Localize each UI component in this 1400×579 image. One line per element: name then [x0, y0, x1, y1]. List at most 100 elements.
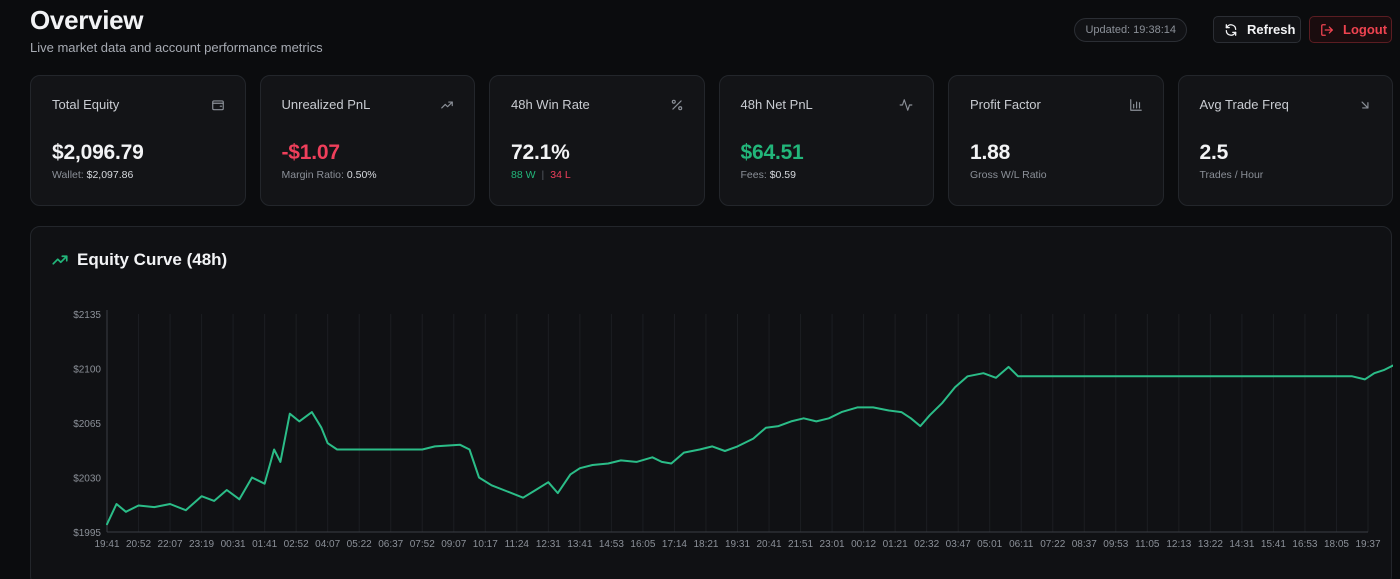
stat-card-net-pnl: 48h Net PnL $64.51 Fees: $0.59 — [718, 75, 934, 206]
stat-sub-label: Fees: — [740, 169, 767, 181]
x-tick-label: 17:14 — [662, 539, 687, 550]
stat-sub: Trades / Hour — [1199, 169, 1264, 181]
stat-value: $2,096.79 — [52, 141, 144, 164]
percent-icon — [671, 99, 682, 111]
stat-label: 48h Net PnL — [740, 97, 813, 112]
x-tick-label: 07:22 — [1040, 539, 1065, 550]
x-tick-label: 23:19 — [189, 539, 214, 550]
stat-card-unrealized-pnl: Unrealized PnL -$1.07 Margin Ratio: 0.50… — [259, 75, 475, 206]
losses-count: 34 L — [550, 169, 571, 181]
wins-count: 88 W — [511, 169, 536, 181]
separator: | — [541, 169, 545, 181]
stat-label: Avg Trade Freq — [1199, 97, 1289, 112]
x-tick-label: 11:05 — [1135, 539, 1160, 550]
stat-card-avg-trade-freq: Avg Trade Freq 2.5 Trades / Hour — [1177, 75, 1393, 206]
x-tick-label: 21:51 — [788, 539, 813, 550]
refresh-label: Refresh — [1247, 22, 1296, 37]
x-tick-label: 05:01 — [977, 539, 1002, 550]
x-tick-label: 06:37 — [378, 539, 403, 550]
x-tick-label: 14:31 — [1229, 539, 1254, 550]
stat-card-win-rate: 48h Win Rate 72.1% 88 W | 34 L — [489, 75, 705, 206]
stat-card-profit-factor: Profit Factor 1.88 Gross W/L Ratio — [948, 75, 1164, 206]
activity-icon — [899, 99, 913, 111]
stat-value: 72.1% — [511, 141, 570, 164]
trending-up-icon — [52, 255, 68, 265]
x-tick-label: 07:52 — [410, 539, 435, 550]
page-header: Overview Live market data and account pe… — [30, 4, 323, 55]
y-tick-label: $1995 — [73, 528, 101, 539]
refresh-icon — [1225, 23, 1237, 36]
x-tick-label: 18:05 — [1324, 539, 1349, 550]
x-tick-label: 10:17 — [473, 539, 498, 550]
x-tick-label: 15:41 — [1261, 539, 1286, 550]
bar-chart-icon — [1129, 99, 1142, 111]
stat-sub-label: Wallet: — [52, 169, 84, 181]
y-tick-label: $2065 — [73, 419, 101, 430]
x-tick-label: 00:12 — [851, 539, 876, 550]
x-tick-label: 06:11 — [1009, 539, 1034, 550]
stat-sub-label: Margin Ratio: — [281, 169, 344, 181]
stat-label: Total Equity — [52, 97, 120, 112]
equity-line — [106, 364, 1393, 526]
stat-value: 1.88 — [970, 141, 1011, 164]
page-title: Overview — [30, 5, 144, 35]
x-tick-label: 02:52 — [284, 539, 309, 550]
equity-curve-card: $2135 $2100 $2065 $2030 $1995 19:41 20:52 22:07… — [30, 226, 1393, 579]
y-tick-label: $2135 — [73, 310, 101, 321]
stat-label: 48h Win Rate — [511, 97, 590, 112]
stat-card-total-equity: Total Equity $2,096.79 Wallet: $2,097.86 — [30, 75, 246, 206]
equity-curve-chart: $2135 $2100 $2065 $2030 $199519:41 20:52 22:07… — [73, 310, 1393, 550]
arrow-down-right-icon — [1361, 101, 1369, 109]
stat-sub-value: 0.50% — [346, 169, 377, 181]
stat-sub-value: $2,097.86 — [86, 169, 134, 181]
x-tick-label: 11:24 — [505, 539, 530, 550]
x-tick-label: 12:31 — [536, 539, 561, 550]
logout-button[interactable]: Logout — [1309, 16, 1392, 43]
stat-label: Unrealized PnL — [281, 97, 371, 112]
stat-label: Profit Factor — [970, 97, 1041, 112]
x-tick-label: 01:21 — [883, 539, 908, 550]
page-subtitle: Live market data and account performance… — [30, 40, 323, 55]
stat-sub: Wallet: $2,097.86 — [52, 169, 225, 181]
x-tick-label: 04:07 — [315, 539, 340, 550]
refresh-button[interactable]: Refresh — [1213, 16, 1301, 43]
x-tick-label: 18:21 — [693, 539, 718, 550]
stat-sub: Fees: $0.59 — [741, 169, 914, 181]
stat-sub: 88 W | 34 L — [511, 169, 684, 181]
stat-value: 2.5 — [1199, 141, 1229, 164]
y-tick-label: $2030 — [73, 474, 101, 485]
x-tick-label: 19:37 — [1355, 539, 1380, 550]
stat-sub: Gross W/L Ratio — [970, 169, 1047, 181]
wallet-icon — [211, 100, 224, 111]
x-tick-label: 12:13 — [1166, 539, 1191, 550]
x-tick-label: 09:07 — [441, 539, 466, 550]
chart-title: Equity Curve (48h) — [77, 250, 228, 269]
x-tick-label: 19:41 — [94, 539, 119, 550]
x-tick-label: 16:53 — [1292, 539, 1317, 550]
stat-value: -$1.07 — [281, 141, 341, 164]
stat-sub: Margin Ratio: 0.50% — [282, 169, 455, 181]
x-tick-label: 05:22 — [347, 539, 372, 550]
stats-row: Total Equity $2,096.79 Wallet: $2,097.86… — [30, 75, 1393, 206]
stat-value: $64.51 — [740, 141, 804, 164]
x-tick-label: 02:32 — [914, 539, 939, 550]
x-tick-label: 20:52 — [126, 539, 151, 550]
x-tick-label: 03:47 — [946, 539, 971, 550]
x-tick-label: 20:41 — [757, 539, 782, 550]
logout-label: Logout — [1343, 22, 1388, 37]
logout-icon — [1321, 23, 1333, 36]
x-tick-label: 13:22 — [1198, 539, 1223, 550]
x-tick-label: 13:41 — [567, 539, 592, 550]
y-tick-label: $2100 — [73, 365, 101, 376]
x-tick-label: 22:07 — [158, 539, 183, 550]
x-tick-label: 09:53 — [1103, 539, 1128, 550]
x-tick-label: 19:31 — [725, 539, 750, 550]
header-actions: Updated: 19:38:14 Refresh Logout — [1074, 16, 1392, 43]
chart-title-row: Equity Curve (48h) — [51, 250, 227, 270]
x-tick-label: 08:37 — [1072, 539, 1097, 550]
x-tick-label: 00:31 — [221, 539, 246, 550]
x-tick-label: 16:05 — [630, 539, 655, 550]
x-tick-label: 01:41 — [252, 539, 277, 550]
updated-badge: Updated: 19:38:14 — [1074, 17, 1187, 42]
x-tick-label: 14:53 — [599, 539, 624, 550]
